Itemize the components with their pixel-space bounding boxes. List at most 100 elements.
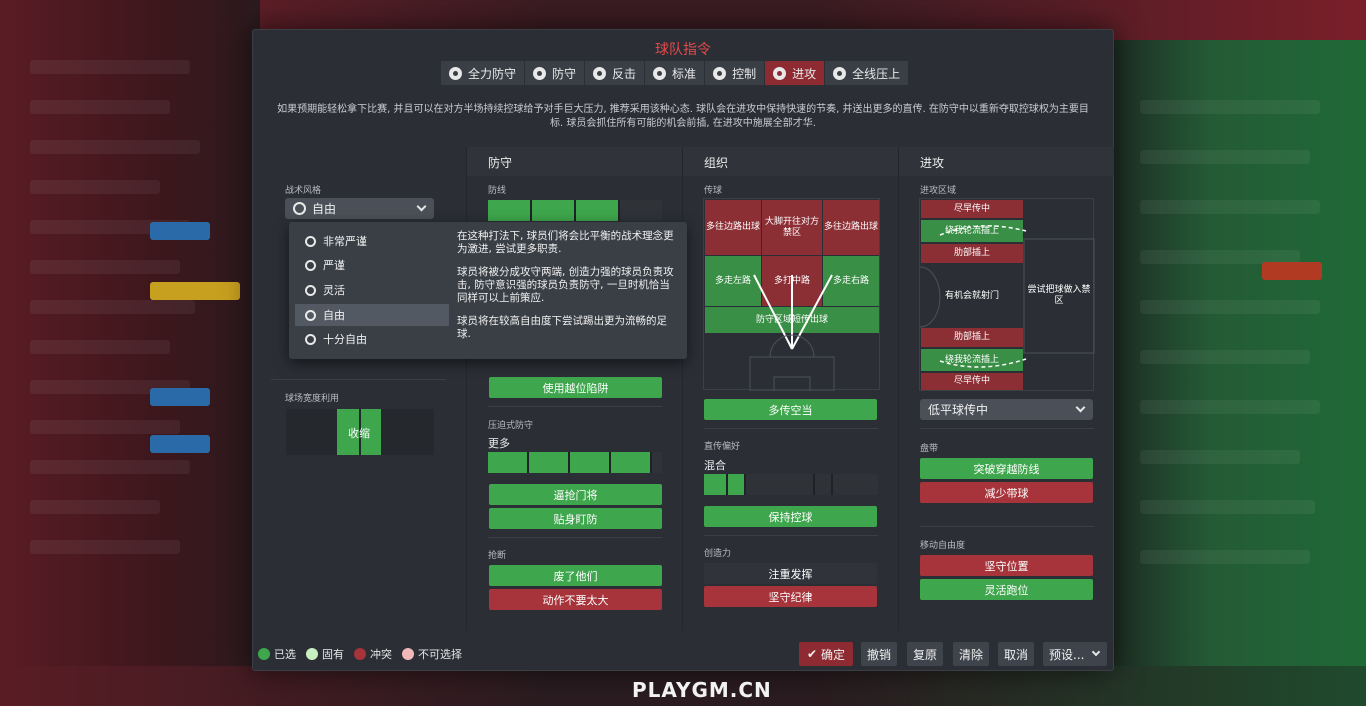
retain-possession-button[interactable]: 保持控球 bbox=[704, 506, 877, 527]
tab-5[interactable]: 控制 bbox=[705, 61, 765, 85]
pass-into-space-button[interactable]: 多传空当 bbox=[704, 399, 877, 420]
stay-on-feet-button[interactable]: 动作不要太大 bbox=[489, 589, 662, 610]
check-icon: ✔ bbox=[806, 647, 818, 661]
tooltip-paragraph: 球员将在较高自由度下尝试踢出更为流畅的足球. bbox=[457, 315, 667, 340]
defense-line-label: 防线 bbox=[488, 186, 507, 196]
divider bbox=[920, 526, 1094, 527]
tab-label: 标准 bbox=[672, 66, 697, 81]
cancel-button[interactable]: 取消 bbox=[998, 642, 1034, 666]
legend-dot bbox=[306, 648, 318, 660]
counter-arrow-icon bbox=[593, 66, 607, 80]
width-value: 收缩 bbox=[348, 427, 370, 440]
tab-1[interactable]: 全力防守 bbox=[441, 61, 525, 85]
hold-position-button[interactable]: 坚守位置 bbox=[920, 555, 1093, 576]
pressing-slider[interactable] bbox=[488, 452, 663, 473]
bar-segment bbox=[488, 200, 530, 221]
tab-label: 全线压上 bbox=[852, 66, 901, 81]
cross-type-select[interactable]: 低平球传中 bbox=[920, 399, 1093, 420]
mentality-description: 如果预期能轻松拿下比赛, 并且可以在对方半场持续控球给予对手巨大压力, 推荐采用… bbox=[277, 104, 1089, 129]
bar-segment bbox=[529, 452, 569, 473]
preset-button[interactable]: 预设... bbox=[1043, 642, 1107, 666]
option-icon bbox=[305, 333, 316, 345]
dribble-less-button[interactable]: 减少带球 bbox=[920, 482, 1093, 503]
bar-segment bbox=[488, 452, 528, 473]
bg-chip bbox=[1262, 262, 1322, 280]
tab-label: 反击 bbox=[612, 66, 637, 81]
tab-label: 控制 bbox=[732, 66, 757, 81]
bar-segment bbox=[728, 474, 745, 495]
tooltip-paragraph: 在这种打法下, 球员们将会比平衡的战术理念更为激进, 尝试更多职责. bbox=[457, 230, 674, 255]
column-header-attack: 进攻 bbox=[920, 156, 945, 170]
dropdown-option[interactable]: 十分自由 bbox=[295, 328, 449, 350]
column-header-organize: 组织 bbox=[704, 156, 729, 170]
legend-dot bbox=[402, 648, 414, 660]
tab-4[interactable]: 标准 bbox=[645, 61, 705, 85]
roam-from-positions-button[interactable]: 灵活跑位 bbox=[920, 579, 1093, 600]
legend-label: 不可选择 bbox=[418, 648, 462, 661]
attack-zone-label: 进攻区域 bbox=[920, 186, 957, 196]
defense-line-slider[interactable] bbox=[488, 200, 662, 221]
legend-item: 不可选择 bbox=[402, 646, 462, 662]
tab-7[interactable]: 全线压上 bbox=[825, 61, 909, 85]
bg-chip bbox=[150, 435, 210, 453]
undo-button[interactable]: 撤销 bbox=[861, 642, 897, 666]
pass-pref-value: 混合 bbox=[704, 459, 726, 472]
dropdown-option[interactable]: 非常严谨 bbox=[295, 230, 449, 252]
redo-button[interactable]: 复原 bbox=[907, 642, 943, 666]
confirm-button[interactable]: ✔ 确定 bbox=[799, 642, 853, 666]
option-label: 十分自由 bbox=[323, 333, 367, 346]
style-icon bbox=[293, 202, 306, 215]
divider bbox=[704, 428, 878, 429]
pressing-label: 压迫式防守 bbox=[488, 421, 534, 431]
team-instructions-modal: 球队指令 全力防守 防守 反击 标准 控制 进攻 全线压上 如果预期能轻松拿下比赛, 并且可… bbox=[252, 29, 1114, 671]
style-tooltip: 在这种打法下, 球员们将会比平衡的战术理念更为激进, 尝试更多职责. 球员将被分… bbox=[457, 230, 679, 351]
be-disciplined-button[interactable]: 坚守纪律 bbox=[704, 586, 877, 607]
attack-pitch-lines bbox=[920, 225, 1095, 368]
bar-segment bbox=[570, 452, 610, 473]
movement-label: 移动自由度 bbox=[920, 541, 966, 551]
option-icon bbox=[305, 284, 316, 296]
tab-6[interactable]: 进攻 bbox=[765, 61, 825, 85]
clear-button[interactable]: 清除 bbox=[953, 642, 989, 666]
passing-pitch: 多往边路出球 大脚开往对方禁区 多往边路出球 多走左路 多打中路 多走右路 防守… bbox=[703, 198, 880, 391]
pitch-lines bbox=[749, 274, 835, 391]
option-icon bbox=[305, 259, 316, 271]
tight-marking-button[interactable]: 贴身盯防 bbox=[489, 508, 662, 529]
offside-trap-button[interactable]: 使用越位陷阱 bbox=[489, 377, 662, 398]
bar-segment bbox=[833, 474, 878, 495]
bg-right-panel bbox=[1106, 40, 1366, 706]
preset-label: 预设... bbox=[1049, 647, 1085, 662]
tactical-style-value: 自由 bbox=[312, 202, 337, 216]
press-goalkeeper-button[interactable]: 逼抢门将 bbox=[489, 484, 662, 505]
chevron-down-icon bbox=[1091, 647, 1101, 657]
bar-segment bbox=[704, 474, 727, 495]
legend-item: 已选 bbox=[258, 646, 296, 662]
dropdown-option[interactable]: 灵活 bbox=[295, 279, 449, 301]
attack-pitch: 尽早传中 绕我轮流插上 肋部插上 有机会就射门 尝试把球做入禁区 肋部插上 绕我… bbox=[919, 198, 1095, 391]
option-label: 严谨 bbox=[323, 259, 345, 272]
tactical-style-select[interactable]: 自由 bbox=[285, 198, 434, 219]
dropdown-option[interactable]: 严谨 bbox=[295, 254, 449, 276]
option-label: 灵活 bbox=[323, 284, 345, 297]
bar-segment bbox=[815, 474, 832, 495]
tab-2[interactable]: 防守 bbox=[525, 61, 585, 85]
bar-segment bbox=[576, 200, 618, 221]
divider bbox=[488, 406, 662, 407]
divider bbox=[704, 535, 878, 536]
tab-3[interactable]: 反击 bbox=[585, 61, 645, 85]
divider bbox=[920, 428, 1094, 429]
legend-label: 冲突 bbox=[370, 648, 392, 661]
width-slider[interactable]: 收缩 bbox=[286, 409, 434, 455]
tooltip-paragraph: 球员将被分成攻守两端, 创造力强的球员负责攻击, 防守意识强的球员负责防守, 一… bbox=[457, 266, 674, 304]
mentality-tabs: 全力防守 防守 反击 标准 控制 进攻 全线压上 bbox=[441, 61, 909, 85]
tab-label: 进攻 bbox=[792, 66, 817, 81]
be-expressive-button[interactable]: 注重发挥 bbox=[704, 563, 877, 584]
shield-icon bbox=[533, 66, 547, 80]
modal-title: 球队指令 bbox=[655, 42, 711, 58]
run-at-defence-button[interactable]: 突破穿越防线 bbox=[920, 458, 1093, 479]
pass-pref-slider[interactable] bbox=[704, 474, 878, 495]
get-stuck-in-button[interactable]: 废了他们 bbox=[489, 565, 662, 586]
dropdown-option-selected[interactable]: 自由 bbox=[295, 304, 449, 326]
confirm-label: 确定 bbox=[821, 647, 846, 662]
chevron-down-icon bbox=[1075, 402, 1086, 413]
